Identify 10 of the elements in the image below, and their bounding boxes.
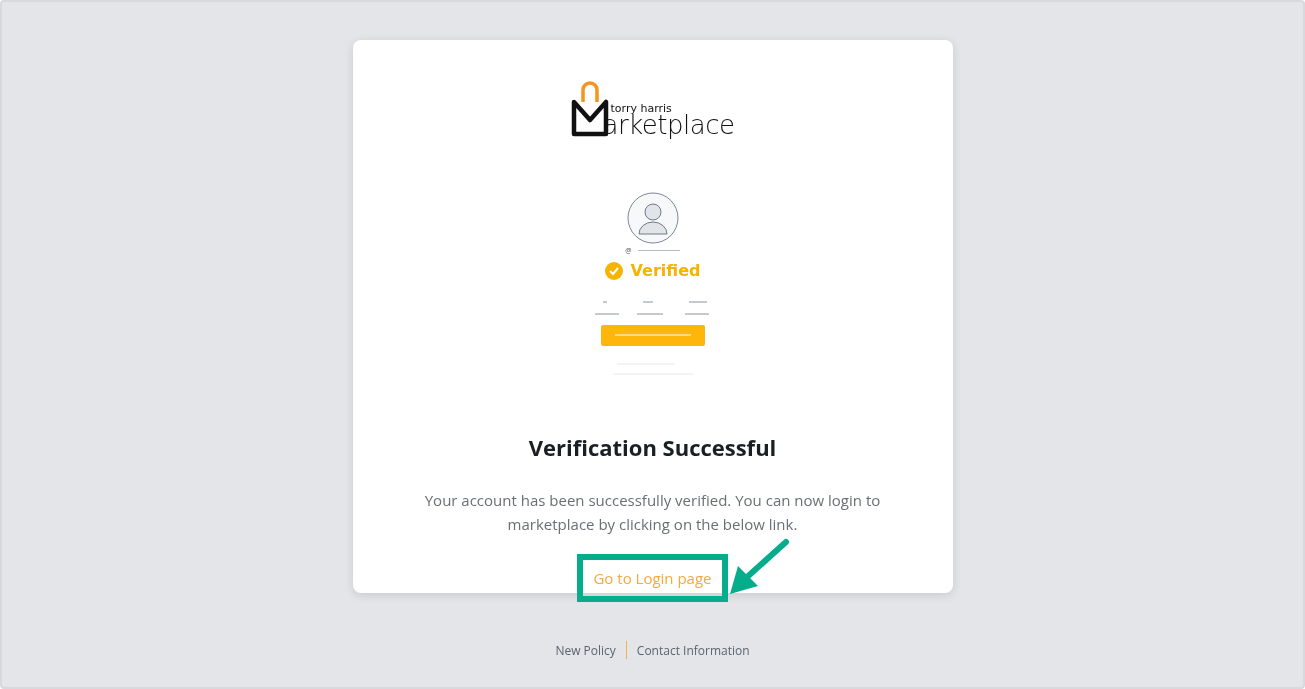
footer-link[interactable]: Contact Information	[626, 641, 760, 659]
verified-label: Verified	[630, 261, 701, 280]
footer-link[interactable]: New Policy	[545, 641, 626, 659]
logo-tagline: torry harris	[610, 103, 672, 114]
pointer-arrow	[727, 538, 790, 596]
page-title: Verification Successful	[528, 432, 777, 462]
message-text: Your account has been successfully verified. You can now login to marketplace by clicking on the below link.	[423, 489, 882, 536]
avatar-icon	[626, 192, 679, 244]
check-icon	[604, 261, 623, 280]
bag-icon	[570, 80, 609, 138]
